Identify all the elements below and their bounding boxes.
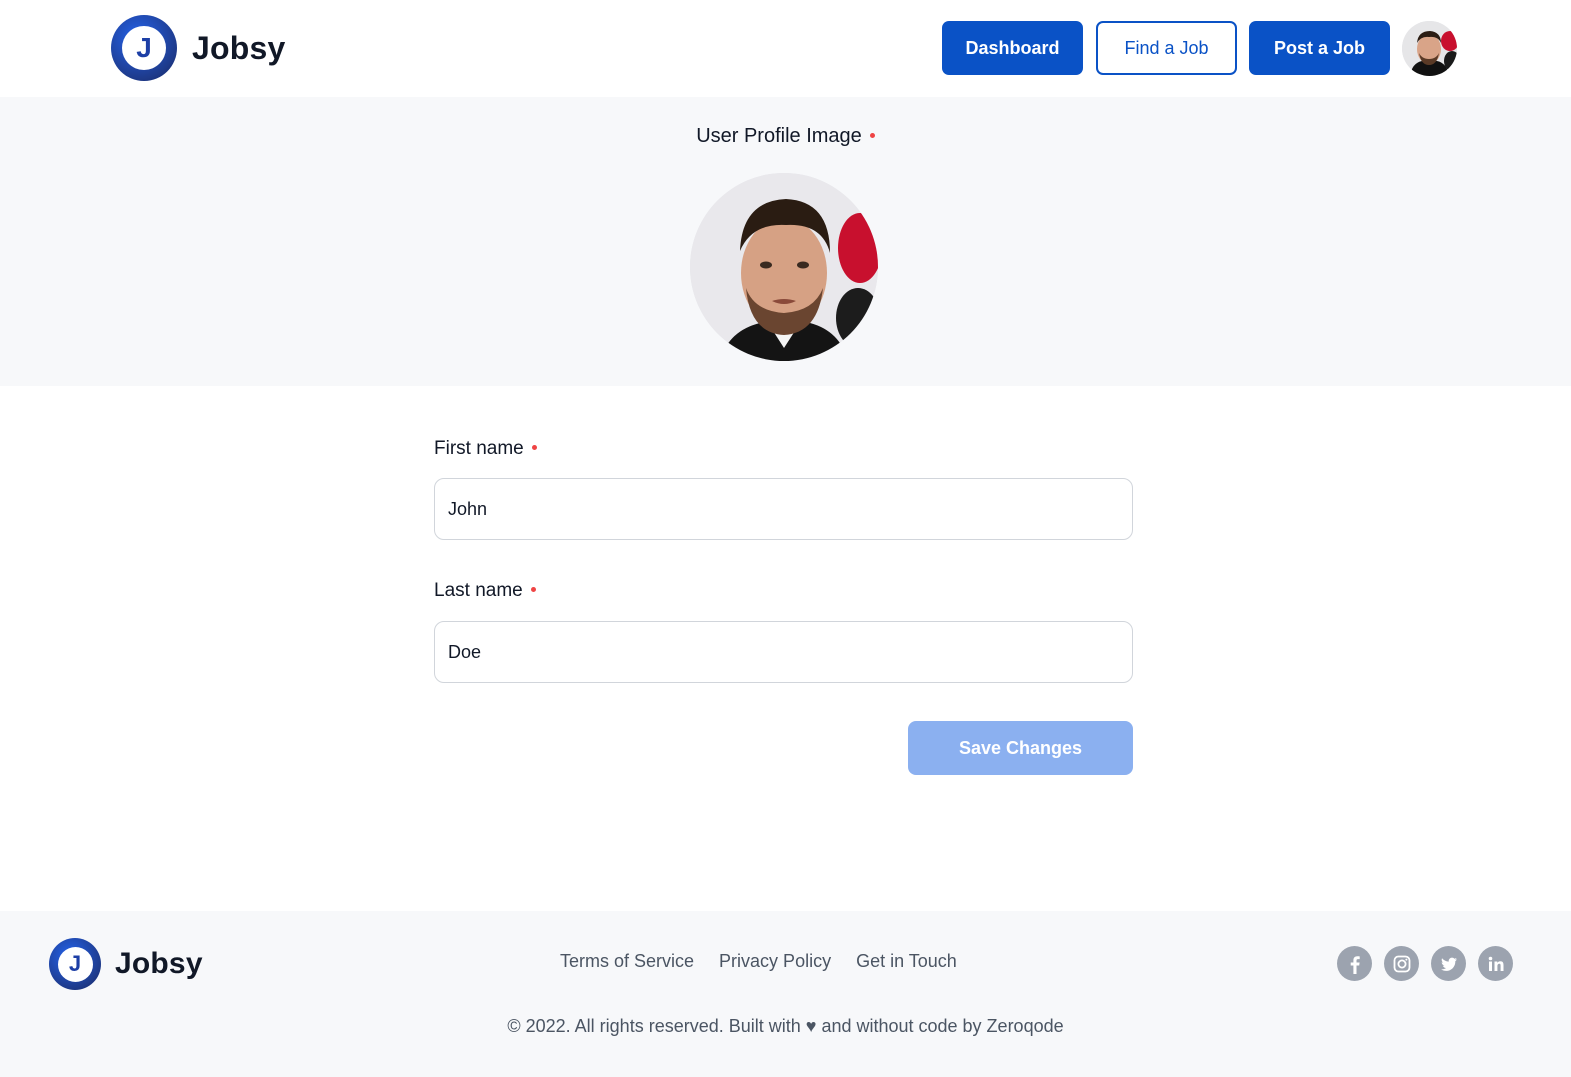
profile-image-label: User Profile Image bbox=[0, 125, 1571, 148]
find-a-job-button[interactable]: Find a Job bbox=[1096, 21, 1237, 75]
profile-portrait-icon bbox=[690, 173, 878, 361]
profile-image-label-text: User Profile Image bbox=[696, 125, 862, 147]
twitter-icon[interactable] bbox=[1431, 946, 1466, 981]
get-in-touch-link[interactable]: Get in Touch bbox=[856, 951, 957, 972]
copyright-text: © 2022. All rights reserved. Built with … bbox=[507, 1016, 1064, 1036]
avatar-portrait-icon bbox=[1402, 21, 1457, 76]
logo-letter: J bbox=[57, 946, 93, 982]
brand-name: Jobsy bbox=[192, 29, 286, 66]
required-indicator bbox=[531, 445, 537, 451]
instagram-icon[interactable] bbox=[1384, 946, 1419, 981]
social-links bbox=[1337, 946, 1513, 981]
logo-letter: J bbox=[122, 26, 166, 70]
linkedin-icon[interactable] bbox=[1478, 946, 1513, 981]
required-indicator bbox=[530, 587, 536, 593]
footer-logo[interactable]: J Jobsy bbox=[49, 938, 203, 990]
logo-icon: J bbox=[111, 15, 177, 81]
privacy-policy-link[interactable]: Privacy Policy bbox=[719, 951, 831, 972]
dashboard-button[interactable]: Dashboard bbox=[942, 21, 1083, 75]
required-indicator bbox=[869, 133, 875, 139]
facebook-icon[interactable] bbox=[1337, 946, 1372, 981]
post-a-job-button[interactable]: Post a Job bbox=[1249, 21, 1390, 75]
footer-links: Terms of Service Privacy Policy Get in T… bbox=[560, 951, 957, 972]
save-changes-button[interactable]: Save Changes bbox=[908, 721, 1133, 775]
logo-icon: J bbox=[49, 938, 101, 990]
last-name-label-text: Last name bbox=[434, 580, 523, 601]
first-name-label-text: First name bbox=[434, 438, 524, 459]
profile-image-upload[interactable] bbox=[690, 173, 878, 361]
header-logo[interactable]: J Jobsy bbox=[111, 15, 285, 81]
top-navbar: J Jobsy Dashboard Find a Job Post a Job bbox=[0, 0, 1571, 97]
first-name-input[interactable] bbox=[434, 478, 1133, 540]
footer-brand-name: Jobsy bbox=[115, 947, 203, 980]
last-name-label: Last name bbox=[434, 580, 536, 602]
footer: J Jobsy Terms of Service Privacy Policy … bbox=[0, 911, 1571, 1077]
last-name-input[interactable] bbox=[434, 621, 1133, 683]
first-name-label: First name bbox=[434, 438, 537, 460]
user-avatar[interactable] bbox=[1402, 21, 1457, 76]
terms-of-service-link[interactable]: Terms of Service bbox=[560, 951, 694, 972]
